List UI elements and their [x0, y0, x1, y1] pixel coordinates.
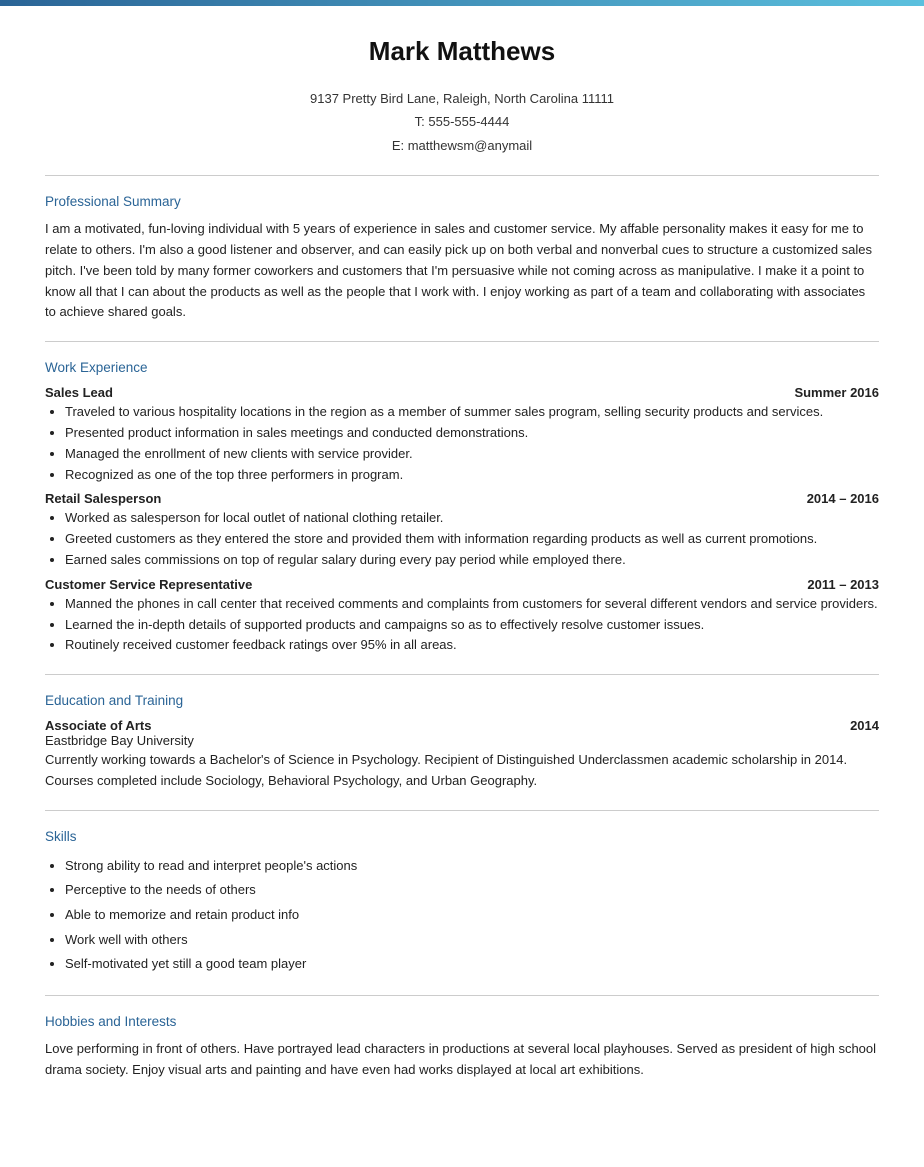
- work-divider: [45, 674, 879, 675]
- edu-entry: Associate of Arts 2014 Eastbridge Bay Un…: [45, 718, 879, 792]
- job-title-retail: Retail Salesperson: [45, 491, 161, 506]
- candidate-name: Mark Matthews: [45, 36, 879, 67]
- hobbies-section: Hobbies and Interests Love performing in…: [45, 1014, 879, 1081]
- edu-year: 2014: [850, 718, 879, 733]
- address: 9137 Pretty Bird Lane, Raleigh, North Ca…: [45, 87, 879, 110]
- skills-list: Strong ability to read and interpret peo…: [65, 854, 879, 977]
- education-section: Education and Training Associate of Arts…: [45, 693, 879, 792]
- job-entry-csr: Customer Service Representative 2011 – 2…: [45, 577, 879, 656]
- bullet: Earned sales commissions on top of regul…: [65, 550, 879, 571]
- professional-summary-section: Professional Summary I am a motivated, f…: [45, 194, 879, 323]
- work-experience-section: Work Experience Sales Lead Summer 2016 T…: [45, 360, 879, 656]
- job-entry-retail: Retail Salesperson 2014 – 2016 Worked as…: [45, 491, 879, 570]
- job-title-csr: Customer Service Representative: [45, 577, 252, 592]
- job-header-retail: Retail Salesperson 2014 – 2016: [45, 491, 879, 506]
- education-divider: [45, 810, 879, 811]
- contact-info: 9137 Pretty Bird Lane, Raleigh, North Ca…: [45, 87, 879, 157]
- bullet: Managed the enrollment of new clients wi…: [65, 444, 879, 465]
- bullet: Manned the phones in call center that re…: [65, 594, 879, 615]
- bullet: Greeted customers as they entered the st…: [65, 529, 879, 550]
- job-header-csr: Customer Service Representative 2011 – 2…: [45, 577, 879, 592]
- phone: T: 555-555-4444: [45, 110, 879, 133]
- job-date-retail: 2014 – 2016: [807, 491, 879, 506]
- job-date-csr: 2011 – 2013: [807, 577, 879, 592]
- bullet: Learned the in-depth details of supporte…: [65, 615, 879, 636]
- edu-header: Associate of Arts 2014: [45, 718, 879, 733]
- job-bullets-retail: Worked as salesperson for local outlet o…: [65, 508, 879, 570]
- professional-summary-title: Professional Summary: [45, 194, 879, 209]
- job-header-sales-lead: Sales Lead Summer 2016: [45, 385, 879, 400]
- skill-item: Perceptive to the needs of others: [65, 878, 879, 903]
- skill-item: Work well with others: [65, 928, 879, 953]
- hobbies-title: Hobbies and Interests: [45, 1014, 879, 1029]
- job-date-sales-lead: Summer 2016: [794, 385, 879, 400]
- skills-section: Skills Strong ability to read and interp…: [45, 829, 879, 977]
- bullet: Presented product information in sales m…: [65, 423, 879, 444]
- skill-item: Self-motivated yet still a good team pla…: [65, 952, 879, 977]
- job-bullets-sales-lead: Traveled to various hospitality location…: [65, 402, 879, 485]
- skill-item: Able to memorize and retain product info: [65, 903, 879, 928]
- email: E: matthewsm@anymail: [45, 134, 879, 157]
- job-title-sales-lead: Sales Lead: [45, 385, 113, 400]
- header-divider: [45, 175, 879, 176]
- skills-title: Skills: [45, 829, 879, 844]
- edu-degree: Associate of Arts: [45, 718, 151, 733]
- bullet: Worked as salesperson for local outlet o…: [65, 508, 879, 529]
- work-experience-title: Work Experience: [45, 360, 879, 375]
- bullet: Recognized as one of the top three perfo…: [65, 465, 879, 486]
- resume-header: Mark Matthews 9137 Pretty Bird Lane, Ral…: [45, 36, 879, 157]
- resume-container: Mark Matthews 9137 Pretty Bird Lane, Ral…: [0, 6, 924, 1131]
- summary-divider: [45, 341, 879, 342]
- job-bullets-csr: Manned the phones in call center that re…: [65, 594, 879, 656]
- bullet: Routinely received customer feedback rat…: [65, 635, 879, 656]
- professional-summary-body: I am a motivated, fun-loving individual …: [45, 219, 879, 323]
- job-entry-sales-lead: Sales Lead Summer 2016 Traveled to vario…: [45, 385, 879, 485]
- education-title: Education and Training: [45, 693, 879, 708]
- edu-school: Eastbridge Bay University: [45, 733, 879, 748]
- skill-item: Strong ability to read and interpret peo…: [65, 854, 879, 879]
- skills-divider: [45, 995, 879, 996]
- edu-desc: Currently working towards a Bachelor's o…: [45, 750, 879, 792]
- bullet: Traveled to various hospitality location…: [65, 402, 879, 423]
- hobbies-body: Love performing in front of others. Have…: [45, 1039, 879, 1081]
